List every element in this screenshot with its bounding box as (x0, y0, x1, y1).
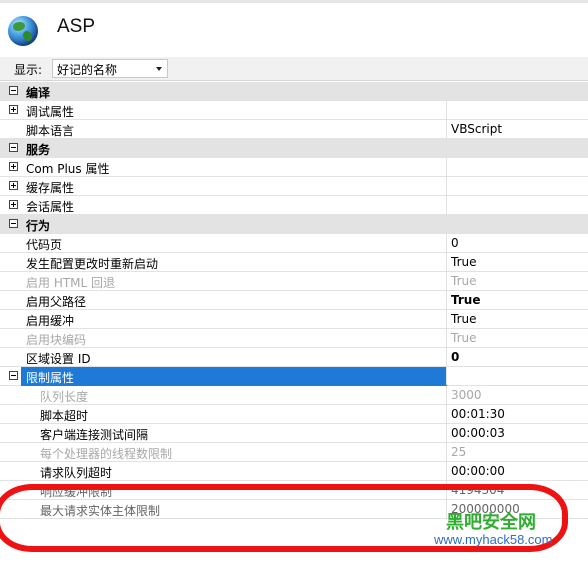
property-name: 启用 HTML 回退 (26, 276, 116, 290)
display-mode-value: 好记的名称 (57, 63, 118, 77)
property-name: 会话属性 (26, 200, 75, 214)
property-row[interactable]: 调试属性 (0, 101, 588, 120)
property-name: 脚本超时 (40, 409, 89, 423)
property-name: 限制属性 (26, 371, 75, 385)
column-divider (446, 462, 447, 480)
property-value[interactable]: VBScript (451, 122, 502, 136)
property-name: 每个处理器的线程数限制 (40, 447, 173, 461)
property-name: 区域设置 ID (26, 352, 91, 366)
property-row[interactable]: 脚本语言 VBScript (0, 120, 588, 139)
column-divider (446, 177, 447, 195)
property-name: 发生配置更改时重新启动 (26, 257, 159, 271)
property-name: 队列长度 (40, 390, 89, 404)
property-row[interactable]: 脚本超时 00:01:30 (0, 405, 588, 424)
property-value[interactable]: True (451, 255, 477, 269)
column-divider (446, 386, 447, 404)
property-name: 客户端连接测试间隔 (40, 428, 149, 442)
column-divider (446, 443, 447, 461)
collapse-icon[interactable] (9, 371, 18, 380)
property-row[interactable]: 启用块编码 True (0, 329, 588, 348)
property-name: 行为 (26, 219, 51, 233)
property-value[interactable]: 3000 (451, 388, 482, 402)
column-divider (446, 291, 447, 309)
property-row[interactable]: 发生配置更改时重新启动 True (0, 253, 588, 272)
page-title: ASP (57, 16, 96, 37)
property-row[interactable]: 队列长度 3000 (0, 386, 588, 405)
column-divider (446, 101, 447, 119)
property-name: 调试属性 (26, 105, 75, 119)
display-mode-dropdown[interactable]: 好记的名称 (52, 59, 168, 78)
column-divider (446, 310, 447, 328)
expand-icon[interactable] (9, 162, 18, 171)
column-divider (446, 272, 447, 290)
column-divider (446, 196, 447, 214)
column-divider (446, 158, 447, 176)
selection-highlight (21, 367, 447, 386)
show-label: 显示: (14, 63, 43, 77)
property-row[interactable]: 区域设置 ID 0 (0, 348, 588, 367)
watermark-url: www.myhack58.com (434, 532, 553, 547)
property-grid: 编译调试属性脚本语言 VBScript 服务 Com Plus 属性 缓存属性会话属性行… (0, 82, 588, 519)
property-row[interactable]: 代码页 0 (0, 234, 588, 253)
property-name: 编译 (26, 86, 51, 100)
column-divider (446, 424, 447, 442)
property-row[interactable]: 每个处理器的线程数限制 25 (0, 443, 588, 462)
property-value[interactable]: True (451, 331, 477, 345)
column-divider (446, 405, 447, 423)
property-row[interactable]: 缓存属性 (0, 177, 588, 196)
collapse-icon[interactable] (9, 86, 18, 95)
property-value[interactable]: 00:00:03 (451, 426, 505, 440)
property-row[interactable]: 启用父路径 True (0, 291, 588, 310)
property-value[interactable]: True (451, 274, 477, 288)
property-value[interactable]: 25 (451, 445, 466, 459)
chevron-down-icon (156, 67, 162, 71)
property-name: 请求队列超时 (40, 466, 113, 480)
page-header: ASP (0, 4, 588, 56)
property-value[interactable]: True (451, 293, 480, 307)
property-name: 服务 (26, 143, 51, 157)
expand-icon[interactable] (9, 200, 18, 209)
display-toolbar: 显示: 好记的名称 (0, 57, 588, 81)
property-row[interactable]: 启用 HTML 回退 True (0, 272, 588, 291)
category-row[interactable]: 服务 (0, 139, 588, 158)
property-row[interactable]: 启用缓冲 True (0, 310, 588, 329)
property-name: 缓存属性 (26, 181, 75, 195)
property-row[interactable]: 会话属性 (0, 196, 588, 215)
property-row[interactable]: 客户端连接测试间隔 00:00:03 (0, 424, 588, 443)
property-value[interactable]: 0 (451, 236, 459, 250)
expand-icon[interactable] (9, 181, 18, 190)
column-divider (446, 253, 447, 271)
property-value[interactable]: 00:00:00 (451, 464, 505, 478)
top-border (0, 0, 588, 3)
property-name: 启用缓冲 (26, 314, 75, 328)
property-row[interactable]: 请求队列超时 00:00:00 (0, 462, 588, 481)
property-value[interactable]: True (451, 312, 477, 326)
watermark-logo: 黑吧安全网 (446, 512, 536, 532)
property-name: 启用父路径 (26, 295, 87, 309)
column-divider (446, 367, 447, 385)
property-row[interactable]: 限制属性 (0, 367, 588, 386)
property-name: Com Plus 属性 (26, 162, 110, 176)
property-name: 代码页 (26, 238, 63, 252)
expand-icon[interactable] (9, 105, 18, 114)
property-value[interactable]: 00:01:30 (451, 407, 505, 421)
property-value[interactable]: 0 (451, 350, 459, 364)
property-row[interactable]: Com Plus 属性 (0, 158, 588, 177)
category-row[interactable]: 行为 (0, 215, 588, 234)
category-row[interactable]: 编译 (0, 82, 588, 101)
column-divider (446, 329, 447, 347)
column-divider (446, 120, 447, 138)
column-divider (446, 348, 447, 366)
property-name: 脚本语言 (26, 124, 75, 138)
column-divider (446, 234, 447, 252)
collapse-icon[interactable] (9, 219, 18, 228)
globe-icon (8, 16, 38, 46)
collapse-icon[interactable] (9, 143, 18, 152)
property-name: 启用块编码 (26, 333, 87, 347)
